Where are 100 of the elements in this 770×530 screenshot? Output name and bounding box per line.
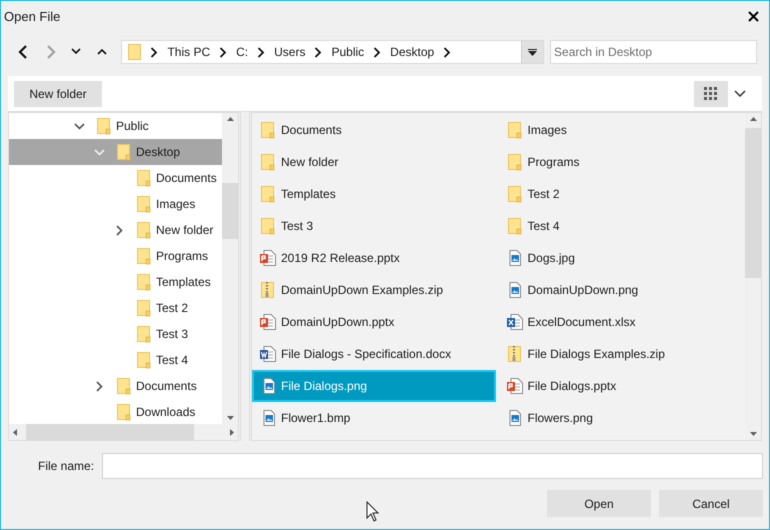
- file-item[interactable]: File Dialogs - Specification.docx: [252, 338, 496, 370]
- breadcrumb-item[interactable]: Desktop: [390, 43, 434, 61]
- folder-icon: [261, 154, 275, 170]
- tree-item[interactable]: Test 3: [9, 321, 222, 347]
- breadcrumb-item[interactable]: This PC: [167, 43, 210, 61]
- file-item[interactable]: DomainUpDown Examples.zip: [252, 274, 496, 306]
- file-name-label: File name:: [38, 458, 94, 475]
- file-item[interactable]: Images: [498, 114, 742, 146]
- tree-item[interactable]: Images: [9, 191, 222, 217]
- folder-icon: [508, 218, 522, 234]
- tree-item[interactable]: Test 4: [9, 347, 222, 373]
- file-item[interactable]: 2019 R2 Release.pptx: [252, 242, 496, 274]
- arrow-right-icon: [44, 45, 56, 59]
- close-icon: [748, 11, 758, 22]
- spreadsheet-file-icon: [506, 314, 522, 330]
- tree-item[interactable]: Templates: [9, 269, 222, 295]
- image-file-icon: [507, 410, 522, 426]
- mouse-pointer-icon: [366, 501, 379, 522]
- tree-item[interactable]: Downloads: [9, 399, 222, 424]
- scrollbar-thumb[interactable]: [222, 183, 238, 239]
- address-bar[interactable]: This PC C: Users Public Desktop: [121, 40, 544, 64]
- file-item[interactable]: Test 3: [252, 210, 496, 242]
- file-item[interactable]: Flower1.bmp: [252, 402, 496, 434]
- folder-icon: [261, 122, 275, 138]
- slides-file-icon: [260, 250, 276, 266]
- file-item[interactable]: Test 2: [498, 178, 742, 210]
- image-file-icon: [507, 282, 522, 298]
- folder-icon: [508, 122, 522, 138]
- folder-icon: [137, 222, 151, 238]
- chevron-right-icon: [314, 46, 322, 58]
- file-item[interactable]: File Dialogs.pptx: [498, 370, 742, 402]
- window-title: Open File: [4, 8, 60, 26]
- tree-item[interactable]: Desktop: [9, 139, 222, 165]
- breadcrumb-item[interactable]: Users: [274, 43, 306, 61]
- folder-icon: [97, 118, 111, 134]
- folder-icon: [508, 154, 522, 170]
- file-item[interactable]: Templates: [252, 178, 496, 210]
- folder-icon: [137, 300, 151, 316]
- chevron-down-icon[interactable]: [74, 122, 84, 130]
- file-item[interactable]: Documents: [252, 114, 496, 146]
- folder-icon: [117, 144, 131, 160]
- chevron-right-icon[interactable]: [96, 380, 102, 392]
- breadcrumb-item[interactable]: C:: [236, 43, 248, 61]
- document-file-icon: [260, 346, 276, 362]
- folder-icon: [137, 248, 151, 264]
- cancel-button[interactable]: Cancel: [659, 490, 763, 517]
- folder-icon: [261, 186, 275, 202]
- scrollbar-thumb[interactable]: [745, 128, 761, 278]
- file-item[interactable]: DomainUpDown.pptx: [252, 306, 496, 338]
- scroll-down-icon: [226, 416, 234, 420]
- chevron-right-icon[interactable]: [116, 224, 122, 236]
- grid-view-icon: [704, 86, 718, 100]
- folder-icon: [137, 170, 151, 186]
- image-file-icon: [507, 250, 522, 266]
- tree-item[interactable]: Programs: [9, 243, 222, 269]
- file-item[interactable]: File Dialogs Examples.zip: [498, 338, 742, 370]
- scrollbar-thumb[interactable]: [26, 424, 194, 440]
- tree-item[interactable]: Test 2: [9, 295, 222, 321]
- breadcrumb-item[interactable]: Public: [331, 43, 364, 61]
- file-item[interactable]: ExcelDocument.xlsx: [498, 306, 742, 338]
- arrow-left-icon: [18, 45, 30, 59]
- slides-file-icon: [260, 314, 276, 330]
- folder-icon: [137, 352, 151, 368]
- slides-file-icon: [506, 378, 522, 394]
- scroll-down-icon: [750, 432, 756, 436]
- chevron-right-icon: [150, 46, 158, 58]
- file-item[interactable]: Programs: [498, 146, 742, 178]
- tree-item[interactable]: Documents: [9, 373, 222, 399]
- file-item[interactable]: New folder: [252, 146, 496, 178]
- chevron-right-icon: [219, 46, 228, 58]
- folder-icon: [117, 378, 131, 394]
- horizontal-scrollbar[interactable]: [9, 424, 238, 440]
- new-folder-button[interactable]: New folder: [14, 80, 102, 106]
- folder-icon: [117, 404, 131, 420]
- tree-item[interactable]: New folder: [9, 217, 222, 243]
- file-item[interactable]: Dogs.jpg: [498, 242, 742, 274]
- image-file-icon: [260, 410, 276, 426]
- tree-item[interactable]: Documents: [9, 165, 222, 191]
- chevron-right-icon: [373, 46, 382, 58]
- chevron-down-icon: [734, 90, 746, 97]
- file-item[interactable]: Flowers.png: [498, 402, 742, 434]
- scroll-left-icon: [13, 428, 17, 436]
- view-button[interactable]: [694, 80, 728, 106]
- vertical-scrollbar[interactable]: [222, 113, 238, 424]
- zip-file-icon: [261, 282, 275, 298]
- zip-file-icon: [508, 346, 522, 362]
- scroll-right-icon: [230, 428, 234, 436]
- file-item[interactable]: Test 4: [498, 210, 742, 242]
- file-name-field[interactable]: [102, 453, 763, 479]
- scroll-up-icon: [750, 117, 756, 121]
- dropdown-button[interactable]: [521, 41, 544, 63]
- open-button[interactable]: Open: [547, 490, 651, 517]
- tree-item[interactable]: Public: [9, 113, 222, 139]
- image-file-icon: [260, 378, 276, 394]
- scroll-up-icon: [226, 117, 234, 121]
- chevron-right-icon: [257, 46, 266, 58]
- search-field[interactable]: Search in Desktop: [550, 40, 757, 64]
- folder-icon: [261, 218, 275, 234]
- folder-icon: [128, 44, 142, 60]
- file-item[interactable]: DomainUpDown.png: [498, 274, 742, 306]
